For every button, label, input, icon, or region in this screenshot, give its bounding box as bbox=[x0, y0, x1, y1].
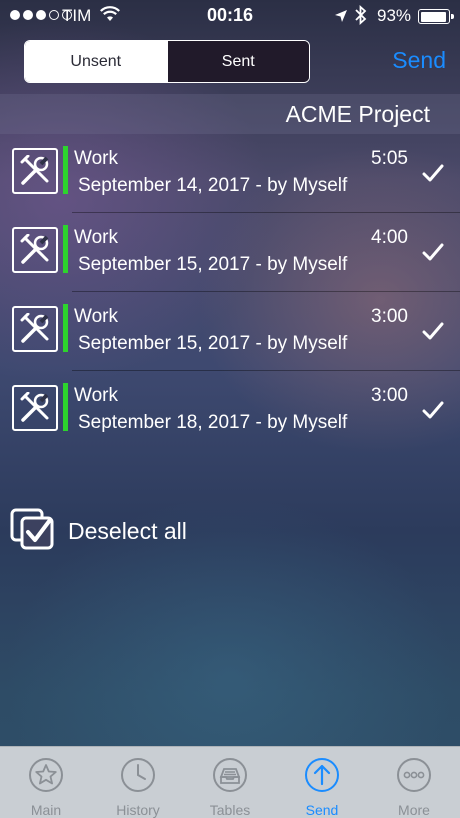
tab-send-label: Send bbox=[305, 802, 339, 818]
tab-history[interactable]: History bbox=[92, 747, 184, 818]
tab-main[interactable]: Main bbox=[0, 747, 92, 818]
checkmark-icon[interactable] bbox=[422, 322, 444, 345]
checkmark-icon[interactable] bbox=[422, 164, 444, 187]
entry-subtitle: September 15, 2017 - by Myself bbox=[78, 333, 348, 354]
tab-bar: Main History Tables Send More bbox=[0, 746, 460, 818]
tab-more[interactable]: More bbox=[368, 747, 460, 818]
entry-duration: 4:00 bbox=[371, 227, 408, 248]
deselect-all-label: Deselect all bbox=[68, 518, 187, 544]
status-bar: TIM 00:16 93% bbox=[0, 0, 460, 32]
location-arrow-icon bbox=[334, 8, 348, 28]
tools-icon bbox=[12, 306, 58, 352]
entry-subtitle: September 14, 2017 - by Myself bbox=[78, 175, 348, 196]
tray-icon bbox=[212, 757, 248, 798]
tab-tables-label: Tables bbox=[209, 802, 251, 818]
send-button[interactable]: Send bbox=[392, 47, 446, 74]
deselect-all-icon bbox=[10, 508, 56, 555]
entry-title: Work bbox=[74, 306, 118, 327]
list-item[interactable]: Work 3:00 September 15, 2017 - by Myself bbox=[0, 292, 460, 371]
entry-subtitle: September 15, 2017 - by Myself bbox=[78, 254, 348, 275]
unsent-sent-segmented-control: Unsent Sent bbox=[24, 40, 310, 83]
list-item[interactable]: Work 5:05 September 14, 2017 - by Myself bbox=[0, 134, 460, 213]
star-icon bbox=[28, 757, 64, 798]
list-item[interactable]: Work 4:00 September 15, 2017 - by Myself bbox=[0, 213, 460, 292]
checkmark-icon[interactable] bbox=[422, 243, 444, 266]
entry-title: Work bbox=[74, 148, 118, 169]
entry-color-bar bbox=[63, 383, 68, 431]
battery-icon bbox=[418, 9, 454, 24]
bluetooth-icon bbox=[355, 4, 367, 30]
list-item[interactable]: Work 3:00 September 18, 2017 - by Myself bbox=[0, 371, 460, 450]
tools-icon bbox=[12, 148, 58, 194]
entry-title: Work bbox=[74, 385, 118, 406]
entry-duration: 3:00 bbox=[371, 306, 408, 327]
battery-percent: 93% bbox=[377, 6, 412, 25]
tab-more-label: More bbox=[398, 802, 430, 818]
segment-sent[interactable]: Sent bbox=[166, 41, 309, 82]
tab-tables[interactable]: Tables bbox=[184, 747, 276, 818]
checkmark-icon[interactable] bbox=[422, 401, 444, 424]
entry-subtitle: September 18, 2017 - by Myself bbox=[78, 412, 348, 433]
entry-title: Work bbox=[74, 227, 118, 248]
entry-list: Work 5:05 September 14, 2017 - by Myself… bbox=[0, 134, 460, 450]
upload-icon bbox=[304, 757, 340, 798]
tools-icon bbox=[12, 385, 58, 431]
entry-color-bar bbox=[63, 304, 68, 352]
clock-icon bbox=[120, 757, 156, 798]
entry-color-bar bbox=[63, 225, 68, 273]
segment-unsent[interactable]: Unsent bbox=[25, 41, 167, 82]
tools-icon bbox=[12, 227, 58, 273]
tab-main-label: Main bbox=[30, 802, 62, 818]
more-icon bbox=[396, 757, 432, 798]
tab-send[interactable]: Send bbox=[276, 747, 368, 818]
project-header: ACME Project bbox=[0, 94, 460, 134]
deselect-all-button[interactable]: Deselect all bbox=[10, 508, 187, 555]
tab-history-label: History bbox=[116, 802, 160, 818]
project-name: ACME Project bbox=[285, 100, 430, 127]
entry-color-bar bbox=[63, 146, 68, 194]
entry-duration: 3:00 bbox=[371, 385, 408, 406]
entry-duration: 5:05 bbox=[371, 148, 408, 169]
